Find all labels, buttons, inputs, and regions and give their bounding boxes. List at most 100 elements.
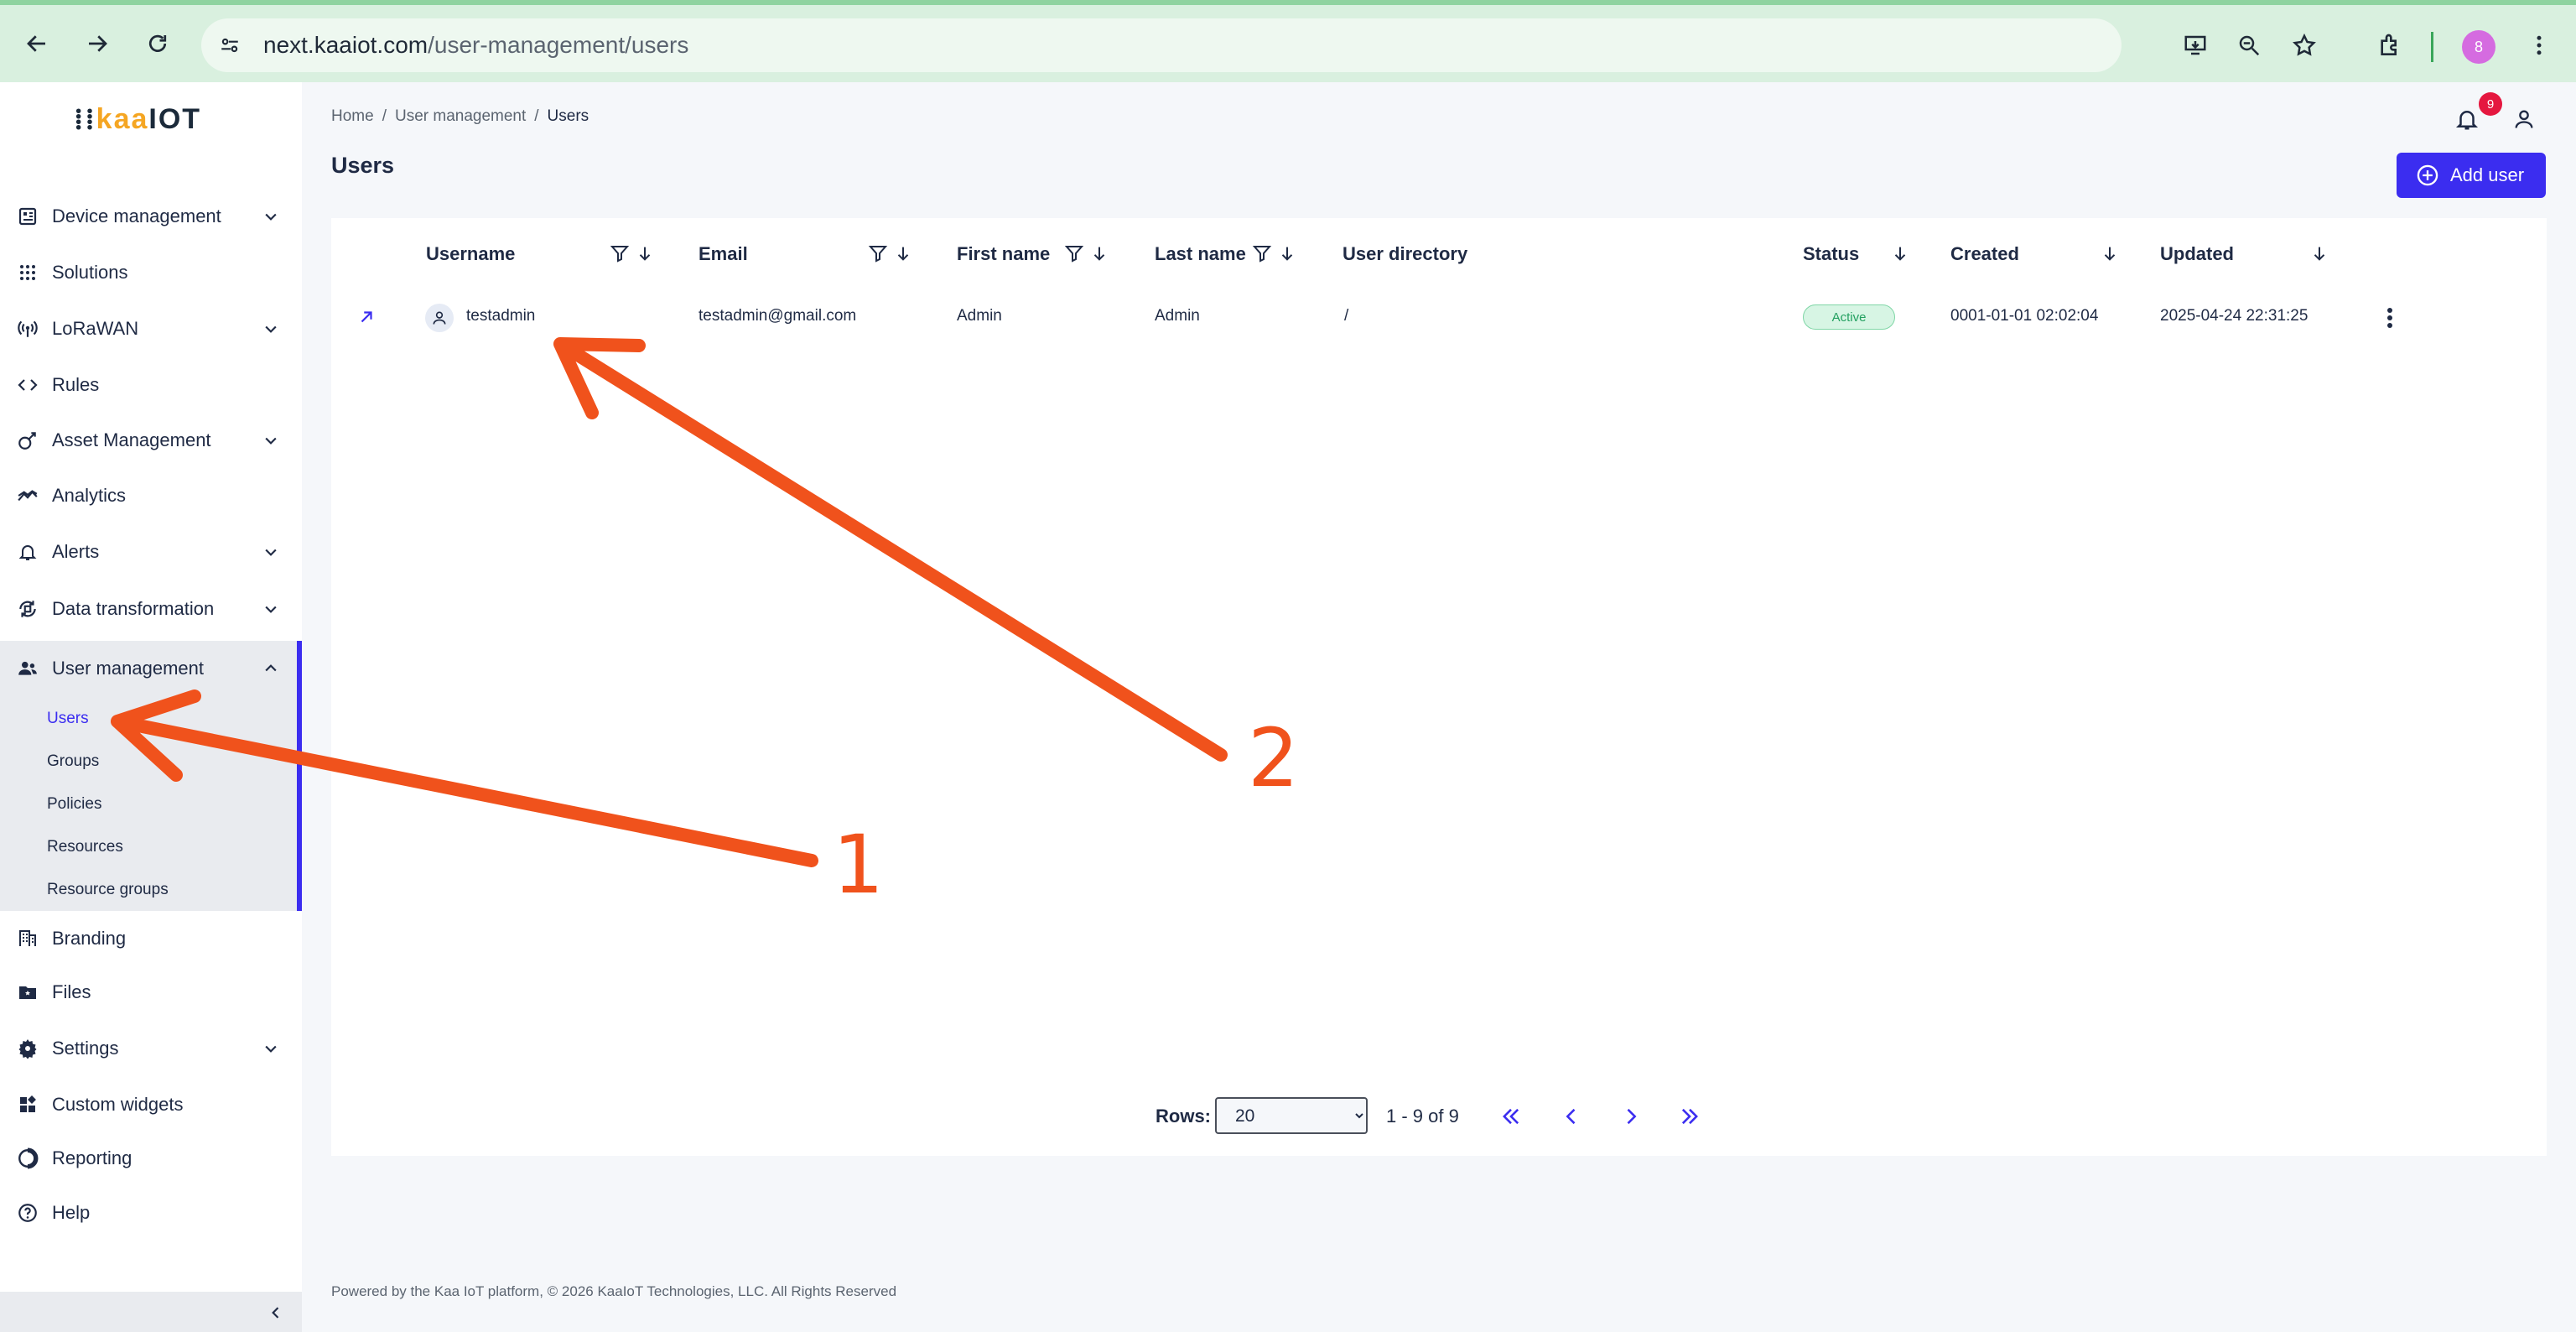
notifications-bell-icon[interactable] — [2452, 104, 2482, 134]
back-button[interactable] — [20, 27, 54, 60]
transform-icon — [15, 596, 40, 622]
status-badge: Active — [1803, 304, 1895, 330]
reload-button[interactable] — [141, 27, 174, 60]
sidebar-item-label: Solutions — [52, 262, 128, 283]
sidebar-item-custom-widgets[interactable]: Custom widgets — [0, 1080, 302, 1130]
sidebar-item-label: Help — [52, 1202, 91, 1223]
sidebar-item-label: Device management — [52, 206, 221, 226]
sidebar-item-help[interactable]: Help — [0, 1188, 302, 1238]
chevron-down-icon — [260, 429, 282, 451]
sidebar-subitem-resource-groups[interactable]: Resource groups — [47, 881, 169, 899]
address-bar[interactable]: next.kaaiot.com/user-management/users — [201, 18, 2316, 72]
annotation-number-2: 2 — [1248, 711, 1300, 805]
sidebar-collapse-bar[interactable] — [0, 1292, 302, 1332]
pagination-range: 1 - 9 of 9 — [1386, 1106, 1459, 1126]
help-icon — [15, 1200, 40, 1225]
profile-avatar[interactable]: 8 — [2462, 30, 2496, 64]
column-header-username[interactable]: Username — [426, 243, 515, 265]
devices-icon — [15, 204, 40, 229]
rows-per-page-label: Rows: — [1156, 1106, 1211, 1126]
account-icon[interactable] — [2509, 104, 2539, 134]
cell-username[interactable]: testadmin — [466, 307, 535, 325]
sidebar-subitem-users[interactable]: Users — [47, 710, 89, 728]
sidebar-item-lorawan[interactable]: LoRaWAN — [0, 304, 302, 354]
sidebar-item-settings[interactable]: Settings — [0, 1023, 302, 1074]
row-menu-icon[interactable] — [2377, 304, 2402, 332]
cell-user-directory: / — [1344, 307, 1349, 325]
sidebar-subitem-policies[interactable]: Policies — [47, 795, 101, 814]
column-header-created[interactable]: Created — [1950, 243, 2019, 265]
site-settings-icon[interactable] — [216, 32, 243, 59]
sidebar-item-branding[interactable]: Branding — [0, 913, 302, 964]
sidebar-item-label: LoRaWAN — [52, 318, 139, 339]
sidebar-item-label: Asset Management — [52, 429, 211, 450]
sidebar-item-label: Rules — [52, 374, 100, 395]
building-icon — [15, 926, 40, 951]
url-path: /user-management/users — [428, 32, 689, 58]
add-user-button[interactable]: Add user — [2397, 153, 2546, 198]
sort-down-icon[interactable] — [891, 242, 915, 265]
folder-icon — [15, 980, 40, 1005]
sidebar-item-label: Alerts — [52, 541, 100, 562]
code-icon — [15, 372, 40, 398]
zoom-icon[interactable] — [2234, 30, 2264, 60]
sidebar-subitem-resources[interactable]: Resources — [47, 838, 123, 856]
breadcrumb-separator: / — [382, 107, 387, 125]
last-page-icon[interactable] — [1675, 1102, 1704, 1131]
users-icon — [15, 656, 40, 681]
report-icon — [15, 1146, 40, 1171]
bookmark-star-icon[interactable] — [2289, 30, 2319, 60]
logo-mark: ⁞⁞ — [74, 102, 96, 136]
sidebar-item-files[interactable]: Files — [0, 967, 302, 1017]
filter-icon[interactable] — [608, 242, 631, 265]
extensions-icon[interactable] — [2373, 29, 2407, 62]
cell-first-name: Admin — [957, 307, 1002, 325]
first-page-icon[interactable] — [1497, 1102, 1525, 1131]
previous-page-icon[interactable] — [1557, 1102, 1586, 1131]
next-page-icon[interactable] — [1617, 1102, 1645, 1131]
filter-icon[interactable] — [866, 242, 890, 265]
forward-button[interactable] — [80, 27, 114, 60]
sidebar-item-device-management[interactable]: Device management — [0, 191, 302, 242]
column-header-status[interactable]: Status — [1803, 243, 1859, 265]
sidebar-item-label: Custom widgets — [52, 1094, 184, 1115]
sidebar-item-asset-management[interactable]: Asset Management — [0, 415, 302, 466]
page-title: Users — [331, 153, 395, 178]
sort-down-icon[interactable] — [2098, 242, 2122, 265]
sort-down-icon[interactable] — [1275, 242, 1299, 265]
sidebar-subitem-groups[interactable]: Groups — [47, 752, 99, 771]
sidebar-item-user-management[interactable]: User management — [0, 643, 302, 694]
sidebar-item-alerts[interactable]: Alerts — [0, 527, 302, 577]
breadcrumb-home[interactable]: Home — [331, 107, 374, 126]
sidebar-item-solutions[interactable]: Solutions — [0, 247, 302, 298]
chevron-down-icon — [260, 541, 282, 563]
sort-down-icon[interactable] — [2308, 242, 2331, 265]
sort-down-icon[interactable] — [633, 242, 657, 265]
kaaiot-logo[interactable]: ⁞⁞ kaa IOT — [74, 102, 201, 136]
column-header-first-name[interactable]: First name — [957, 243, 1050, 265]
breadcrumb-current: Users — [547, 107, 589, 125]
logo-iot: IOT — [148, 102, 202, 135]
cell-updated: 2025-04-24 22:31:25 — [2160, 307, 2309, 325]
install-app-icon[interactable] — [2180, 30, 2210, 60]
chevron-up-icon — [260, 658, 282, 679]
browser-menu-icon[interactable] — [2522, 29, 2556, 62]
filter-icon[interactable] — [1062, 242, 1086, 265]
sidebar-item-data-transformation[interactable]: Data transformation — [0, 584, 302, 634]
column-header-last-name[interactable]: Last name — [1155, 243, 1246, 265]
sort-down-icon[interactable] — [1088, 242, 1111, 265]
cell-last-name: Admin — [1155, 307, 1200, 325]
breadcrumb-user-management[interactable]: User management — [395, 107, 526, 126]
sort-down-icon[interactable] — [1888, 242, 1912, 265]
browser-chrome: next.kaaiot.com/user-management/users 8 — [0, 0, 2576, 82]
column-header-updated[interactable]: Updated — [2160, 243, 2234, 265]
chevron-left-icon[interactable] — [265, 1302, 287, 1324]
column-header-email[interactable]: Email — [699, 243, 748, 265]
sidebar-item-analytics[interactable]: Analytics — [0, 471, 302, 521]
filter-icon[interactable] — [1250, 242, 1274, 265]
sidebar-item-reporting[interactable]: Reporting — [0, 1133, 302, 1184]
open-row-arrow-icon[interactable] — [355, 305, 378, 329]
rows-per-page-select[interactable]: 20 — [1215, 1097, 1368, 1134]
column-header-user-directory[interactable]: User directory — [1343, 243, 1467, 265]
sidebar-item-rules[interactable]: Rules — [0, 360, 302, 410]
